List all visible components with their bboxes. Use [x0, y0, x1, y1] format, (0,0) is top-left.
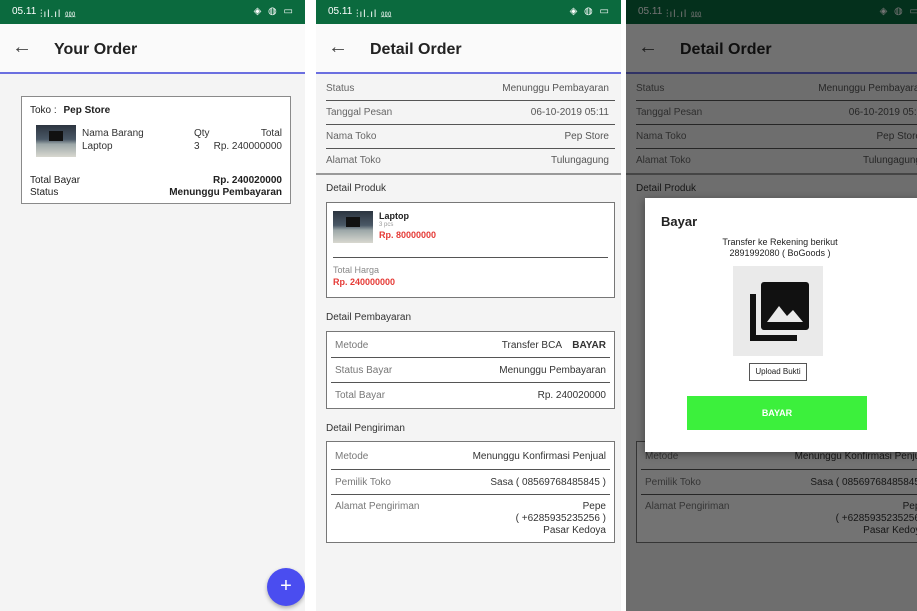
page-title: Your Order [54, 41, 138, 58]
metode-label: Metode [335, 340, 369, 351]
status-bar: 05.11 ⫶ıl.ıl ⅏ ◈ ◍ ▭ [0, 0, 305, 24]
total-bayar-row: Total Bayar Rp. 240020000 [327, 383, 614, 407]
bank-account: 2891992080 ( BoGoods ) [729, 248, 831, 258]
pemilik-value: Sasa ( 08569768485845 ) [490, 477, 606, 488]
info-value: Tulungagung [550, 155, 609, 166]
total-harga-value: Rp. 240000000 [333, 277, 396, 287]
product-thumbnail [36, 125, 76, 157]
bayar-link[interactable]: BAYAR [572, 340, 606, 352]
add-order-button[interactable]: + [267, 568, 305, 606]
store-line: Toko : Pep Store [30, 105, 110, 116]
info-value: 06-10-2019 05:11 [530, 107, 609, 118]
alamat-label: Alamat Pengiriman [335, 501, 420, 512]
order-list: Toko : Pep Store Nama Barang Laptop Qty … [0, 76, 305, 611]
status-icons: ◈ ◍ ▭ [569, 6, 611, 17]
signal-icon: ⫶ıl.ıl ⅏ [356, 9, 393, 20]
product-thumbnail [333, 211, 373, 243]
payment-dialog-screen: 05.11 ⫶ıl.ıl ⅏ ◈ ◍ ▭ ← Detail Order Stat… [626, 0, 917, 611]
page-title: Detail Order [370, 41, 462, 58]
signal-icon: ⫶ıl.ıl ⅏ [40, 9, 77, 20]
total-bayar-value: Rp. 240020000 [213, 175, 282, 186]
transfer-instruction: Transfer ke Rekening berikut [722, 237, 838, 247]
total-bayar-value: Rp. 240020000 [537, 390, 606, 401]
total-bayar-label: Total Bayar [30, 175, 81, 186]
alamat-name: Pepe [582, 501, 606, 512]
back-arrow-icon[interactable]: ← [12, 36, 32, 59]
info-value: Menunggu Pembayaran [502, 83, 609, 94]
payment-dialog: Bayar Transfer ke Rekening berikut 28919… [645, 198, 917, 452]
total-harga-label: Total Harga [333, 265, 380, 275]
detail-content: Status Menunggu Pembayaran Tanggal Pesan… [316, 76, 621, 611]
metode-row: Metode Transfer BCA BAYAR [327, 332, 614, 356]
metode-value: Transfer BCA [501, 340, 562, 351]
status-time: 05.11 [328, 6, 353, 17]
back-arrow-icon[interactable]: ← [328, 36, 348, 59]
status-bayar-value: Menunggu Pembayaran [499, 365, 606, 376]
produk-section-title: Detail Produk [326, 183, 387, 194]
pembayaran-section-title: Detail Pembayaran [326, 312, 412, 323]
total-bayar-label: Total Bayar [335, 390, 386, 401]
product-name: Laptop [379, 211, 409, 221]
status-bayar-label: Status Bayar [335, 365, 393, 376]
summary-values: Rp. 240020000 Menunggu Pembayaran [169, 175, 282, 199]
total-column: Total Rp. 240000000 [214, 127, 282, 153]
summary-labels: Total Bayar Status [30, 175, 80, 199]
app-bar: ← Your Order [0, 24, 305, 74]
section-divider [316, 173, 621, 175]
alamat-row: Alamat Pengiriman Pepe ( +6285935235256 … [327, 495, 614, 541]
image-gallery-icon [750, 282, 809, 341]
info-value: Pep Store [564, 131, 609, 142]
divider [333, 257, 608, 258]
item-label: Nama Barang [82, 128, 144, 139]
info-row-address: Alamat Toko Tulungagung [316, 148, 621, 172]
status-bar: 05.11 ⫶ıl.ıl ⅏ ◈ ◍ ▭ [316, 0, 621, 24]
kirim-metode-value: Menunggu Konfirmasi Penjual [472, 451, 606, 462]
your-order-screen: 05.11 ⫶ıl.ıl ⅏ ◈ ◍ ▭ ← Your Order Toko :… [0, 0, 305, 611]
status-value: Menunggu Pembayaran [169, 187, 282, 198]
info-label: Status [326, 83, 355, 94]
total-label: Total [260, 128, 282, 139]
alamat-place: Pasar Kedoya [543, 525, 606, 536]
kirim-metode-label: Metode [335, 451, 369, 462]
info-row-date: Tanggal Pesan 06-10-2019 05:11 [316, 100, 621, 124]
info-row-status: Status Menunggu Pembayaran [316, 76, 621, 100]
status-time: 05.11 [12, 6, 37, 17]
product-qty: 3 pcs [379, 222, 394, 228]
upload-proof-button[interactable]: Upload Bukti [749, 363, 807, 381]
item-column: Nama Barang Laptop [82, 127, 144, 153]
info-label: Alamat Toko [326, 155, 381, 166]
qty-column: Qty 3 [194, 127, 210, 153]
status-icons: ◈ ◍ ▭ [253, 6, 295, 17]
item-name: Laptop [82, 141, 113, 152]
dialog-instructions: Transfer ke Rekening berikut 2891992080 … [675, 237, 885, 259]
status-bayar-row: Status Bayar Menunggu Pembayaran [327, 358, 614, 382]
proof-image-preview [733, 266, 823, 356]
pengiriman-box: Metode Menunggu Konfirmasi Penjual Pemil… [326, 441, 615, 543]
order-card[interactable]: Toko : Pep Store Nama Barang Laptop Qty … [21, 96, 291, 204]
store-label: Toko : [30, 105, 57, 116]
pemilik-label: Pemilik Toko [335, 477, 391, 488]
info-row-store: Nama Toko Pep Store [316, 124, 621, 148]
dialog-title: Bayar [661, 214, 698, 229]
alamat-value: Pepe ( +6285935235256 ) Pasar Kedoya [516, 501, 606, 537]
info-label: Nama Toko [326, 131, 377, 142]
status-label: Status [30, 187, 59, 198]
qty-value: 3 [194, 141, 200, 152]
product-price: Rp. 80000000 [379, 230, 437, 240]
total-value: Rp. 240000000 [213, 141, 282, 152]
pembayaran-box: Metode Transfer BCA BAYAR Status Bayar M… [326, 331, 615, 409]
kirim-metode-row: Metode Menunggu Konfirmasi Penjual [327, 442, 614, 468]
app-bar: ← Detail Order [316, 24, 621, 74]
produk-box: Laptop 3 pcs Rp. 80000000 Total Harga Rp… [326, 202, 615, 298]
pemilik-row: Pemilik Toko Sasa ( 08569768485845 ) [327, 470, 614, 494]
alamat-phone: ( +6285935235256 ) [515, 513, 606, 524]
info-label: Tanggal Pesan [326, 107, 393, 118]
qty-label: Qty [194, 128, 210, 139]
detail-order-screen: 05.11 ⫶ıl.ıl ⅏ ◈ ◍ ▭ ← Detail Order Stat… [316, 0, 621, 611]
pengiriman-section-title: Detail Pengiriman [326, 423, 405, 434]
store-name: Pep Store [63, 105, 111, 116]
pay-button[interactable]: BAYAR [687, 396, 867, 430]
